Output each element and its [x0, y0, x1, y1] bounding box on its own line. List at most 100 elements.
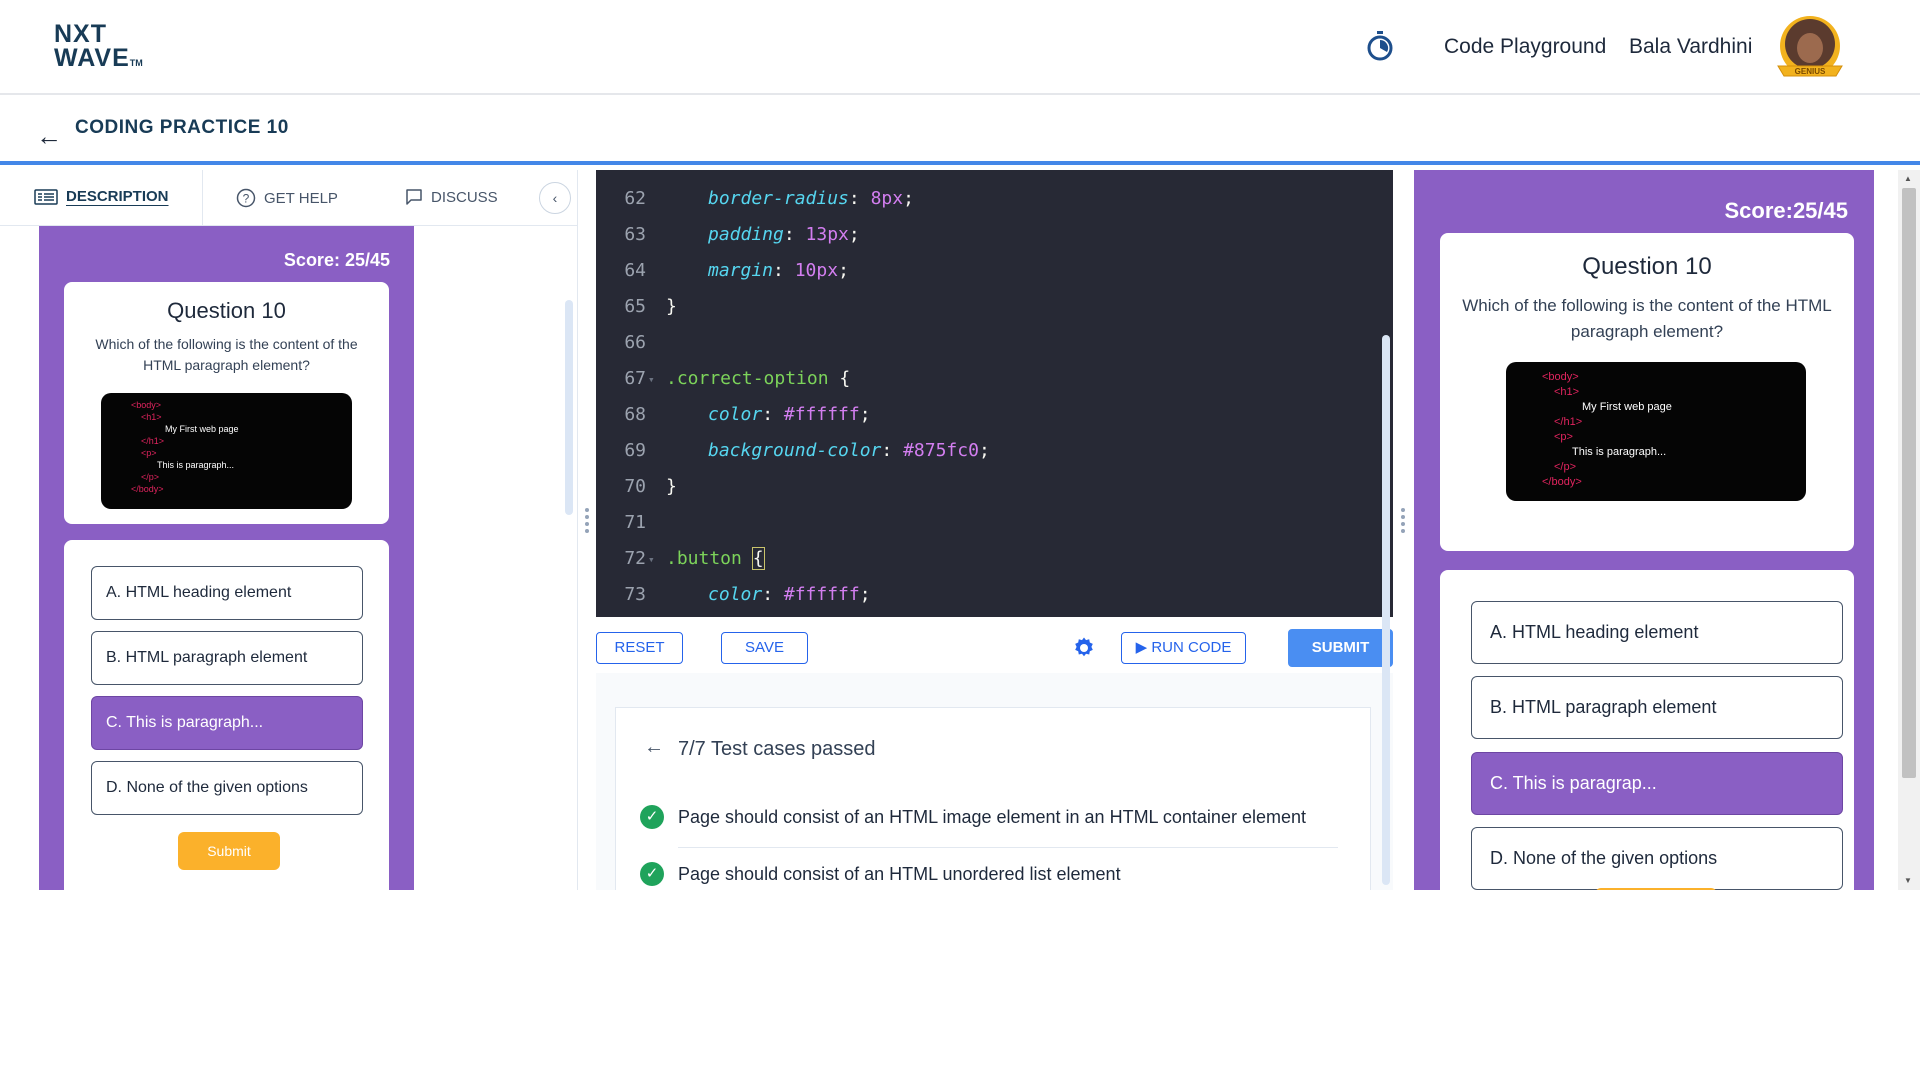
line-number: 73 [624, 584, 646, 605]
line-number: 66 [624, 332, 646, 353]
quiz-submit-button[interactable]: Submit [178, 832, 280, 870]
test-case-text: Page should consist of an HTML image ele… [678, 806, 1306, 827]
code-line: </p> [1554, 461, 1577, 473]
line-number: 70 [624, 476, 646, 497]
line-number: 69 [624, 440, 646, 461]
code-editor[interactable]: 62 border-radius: 8px; 63 padding: 13px;… [596, 170, 1393, 617]
logo-line1: NXT [54, 20, 107, 48]
left-scrollbar[interactable] [565, 300, 573, 515]
code-line: My First web page [165, 424, 239, 434]
quiz-preview-output: Score:25/45 Question 10 Which of the fol… [1414, 170, 1874, 890]
code-playground-link[interactable]: Code Playground [1444, 35, 1606, 59]
avatar[interactable]: GENIUS [1770, 14, 1850, 80]
score-label: Score: 25/45 [283, 250, 390, 270]
code-line[interactable]: .correct-option { [666, 368, 850, 389]
gear-icon[interactable] [1072, 636, 1096, 660]
divider [678, 847, 1338, 848]
code-line[interactable]: background-color: #875fc0; [708, 440, 990, 461]
code-line[interactable]: margin: 10px; [708, 260, 849, 281]
options-card: A. HTML heading element B. HTML paragrap… [1440, 570, 1854, 890]
option-d[interactable]: D. None of the given options [91, 761, 363, 815]
submit-button[interactable]: SUBMIT [1288, 629, 1393, 667]
option-b[interactable]: B. HTML paragraph element [91, 631, 363, 685]
scrollbar-thumb[interactable] [1902, 188, 1916, 778]
back-arrow-icon[interactable]: ← [36, 121, 62, 152]
question-text: Which of the following is the content of… [1462, 296, 1832, 341]
line-number: 68 [624, 404, 646, 425]
editor-scrollbar[interactable] [1382, 335, 1390, 885]
sub-header: ← CODING PRACTICE 10 [0, 97, 1920, 165]
code-line: </p> [141, 472, 160, 482]
code-line[interactable]: color: #ffffff; [708, 404, 871, 425]
code-line[interactable]: border-radius: 8px; [708, 188, 914, 209]
code-line[interactable]: .button { [666, 547, 765, 570]
reset-button[interactable]: RESET [596, 632, 683, 664]
test-results-title: 7/7 Test cases passed [678, 738, 876, 760]
output-scrollbar[interactable]: ▲ ▼ [1898, 170, 1920, 890]
tab-get-help[interactable]: ? GET HELP [236, 188, 338, 208]
code-line: <h1> [1554, 386, 1580, 398]
help-circle-icon: ? [236, 188, 256, 208]
play-icon: ▶ [1135, 639, 1152, 656]
test-results-card: ← 7/7 Test cases passed ✓ Page should co… [615, 707, 1371, 890]
line-number: 65 [624, 296, 646, 317]
quiz-submit-button[interactable] [1595, 888, 1717, 890]
editor-toolbar: RESET SAVE ▶ RUN CODE SUBMIT [596, 617, 1393, 673]
option-a[interactable]: A. HTML heading element [91, 566, 363, 620]
code-line[interactable]: color: #ffffff; [708, 584, 871, 605]
top-header: NXT WAVETM Code Playground Bala Vardhini… [0, 0, 1920, 95]
code-line: <body> [1542, 371, 1579, 383]
question-card: Question 10 Which of the following is th… [64, 282, 389, 524]
code-line: This is paragraph... [1572, 446, 1667, 458]
option-b[interactable]: B. HTML paragraph element [1471, 676, 1843, 739]
svg-text:?: ? [243, 192, 250, 206]
nxtwave-logo[interactable]: NXT WAVETM [54, 22, 143, 75]
tab-divider [202, 170, 203, 226]
back-arrow-icon[interactable]: ← [644, 736, 664, 759]
scroll-down-icon[interactable]: ▼ [1904, 876, 1912, 885]
tab-get-help-label: GET HELP [264, 189, 338, 207]
left-resize-handle[interactable] [584, 505, 590, 549]
genius-badge: GENIUS [1795, 67, 1826, 76]
line-number: 72 [624, 548, 646, 569]
logo-line2: WAVE [54, 44, 130, 72]
description-icon [34, 188, 58, 205]
code-line[interactable]: } [666, 296, 677, 317]
code-line: </h1> [141, 436, 165, 446]
test-case-item: ✓ Page should consist of an HTML unorder… [640, 862, 1340, 886]
check-circle-icon: ✓ [640, 805, 664, 829]
code-line[interactable]: padding: 13px; [708, 224, 860, 245]
option-a[interactable]: A. HTML heading element [1471, 601, 1843, 664]
page-title: CODING PRACTICE 10 [75, 117, 289, 138]
save-button[interactable]: SAVE [721, 632, 808, 664]
tab-discuss[interactable]: DISCUSS [405, 188, 498, 206]
collapse-panel-button[interactable]: ‹ [539, 182, 571, 214]
left-panel: DESCRIPTION ? GET HELP DISCUSS ‹ Score: … [0, 170, 578, 890]
code-line: This is paragraph... [157, 460, 235, 470]
line-number: 63 [624, 224, 646, 245]
question-text: Which of the following is the content of… [95, 336, 358, 373]
scroll-up-icon[interactable]: ▲ [1904, 174, 1912, 183]
options-card: A. HTML heading element B. HTML paragrap… [64, 540, 389, 890]
tab-discuss-label: DISCUSS [431, 188, 498, 206]
option-c[interactable]: C. This is paragrap... [1471, 752, 1843, 815]
quiz-preview-small: Score: 25/45 Question 10 Which of the fo… [39, 226, 414, 890]
run-code-button[interactable]: ▶ RUN CODE [1121, 632, 1246, 664]
tab-description[interactable]: DESCRIPTION [34, 188, 169, 205]
question-title: Question 10 [167, 298, 286, 323]
test-case-item: ✓ Page should consist of an HTML image e… [640, 805, 1340, 829]
option-c[interactable]: C. This is paragraph... [91, 696, 363, 750]
fold-arrow-icon[interactable]: ▾ [648, 553, 655, 566]
line-number: 71 [624, 512, 646, 533]
run-code-label: RUN CODE [1151, 639, 1232, 656]
right-resize-handle[interactable] [1400, 505, 1406, 549]
fold-arrow-icon[interactable]: ▾ [648, 373, 655, 386]
stopwatch-icon[interactable] [1366, 30, 1394, 62]
chat-bubble-icon [406, 189, 422, 205]
tab-bar: DESCRIPTION ? GET HELP DISCUSS ‹ [0, 170, 578, 226]
line-number: 67 [624, 368, 646, 389]
code-line: </body> [1542, 476, 1582, 488]
code-line[interactable]: } [666, 476, 677, 497]
option-d[interactable]: D. None of the given options [1471, 827, 1843, 890]
user-name[interactable]: Bala Vardhini [1629, 35, 1752, 59]
